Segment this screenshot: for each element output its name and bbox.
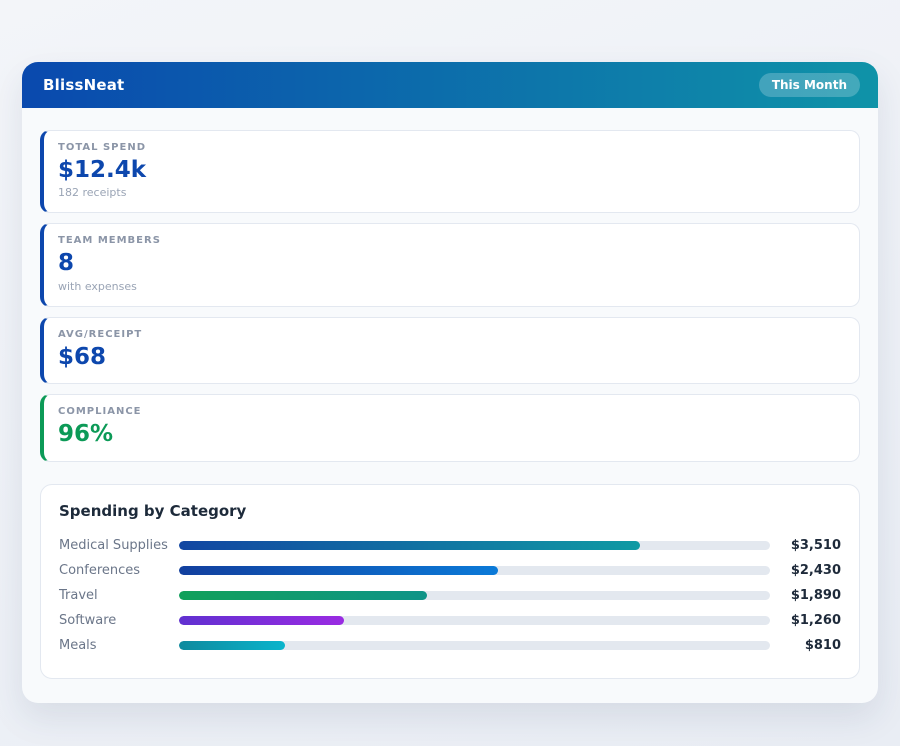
stat-label: TOTAL SPEND bbox=[58, 142, 843, 153]
bar-fill bbox=[179, 566, 498, 575]
category-row: Conferences $2,430 bbox=[59, 558, 841, 583]
stat-card: TOTAL SPEND $12.4k 182 receipts bbox=[40, 130, 860, 213]
stat-sublabel: with expenses bbox=[58, 280, 843, 293]
stat-label: COMPLIANCE bbox=[58, 406, 843, 417]
bar-track bbox=[179, 641, 770, 650]
stat-label: AVG/RECEIPT bbox=[58, 329, 843, 340]
category-label: Software bbox=[59, 613, 179, 628]
dashboard-content: TOTAL SPEND $12.4k 182 receipts TEAM MEMBER… bbox=[22, 108, 878, 679]
category-value: $1,260 bbox=[779, 613, 841, 628]
category-value: $810 bbox=[779, 638, 841, 653]
bar-track bbox=[179, 591, 770, 600]
stat-card: TEAM MEMBERS 8 with expenses bbox=[40, 223, 860, 306]
category-value: $3,510 bbox=[779, 538, 841, 553]
bar-track bbox=[179, 566, 770, 575]
app-header: BlissNeat This Month bbox=[22, 62, 878, 108]
spending-by-category-card: Spending by Category Medical Supplies $3,… bbox=[40, 484, 860, 679]
category-label: Travel bbox=[59, 588, 179, 603]
section-title: Spending by Category bbox=[59, 502, 841, 520]
category-value: $1,890 bbox=[779, 588, 841, 603]
bar-fill bbox=[179, 591, 427, 600]
category-row: Software $1,260 bbox=[59, 608, 841, 633]
bar-track bbox=[179, 541, 770, 550]
category-label: Medical Supplies bbox=[59, 538, 179, 553]
stat-sublabel: 182 receipts bbox=[58, 186, 843, 199]
bar-track bbox=[179, 616, 770, 625]
stat-value: 8 bbox=[58, 250, 843, 276]
bar-fill bbox=[179, 541, 640, 550]
stat-label: TEAM MEMBERS bbox=[58, 235, 843, 246]
period-badge[interactable]: This Month bbox=[759, 73, 860, 97]
category-row: Travel $1,890 bbox=[59, 583, 841, 608]
stats-list: TOTAL SPEND $12.4k 182 receipts TEAM MEMBER… bbox=[40, 130, 860, 462]
stat-value: $12.4k bbox=[58, 157, 843, 183]
stat-card: COMPLIANCE 96% bbox=[40, 394, 860, 461]
dashboard-panel: BlissNeat This Month TOTAL SPEND $12.4k 18… bbox=[22, 62, 878, 703]
category-row: Meals $810 bbox=[59, 633, 841, 658]
stat-value: $68 bbox=[58, 344, 843, 370]
category-value: $2,430 bbox=[779, 563, 841, 578]
stat-card: AVG/RECEIPT $68 bbox=[40, 317, 860, 384]
category-bar-list: Medical Supplies $3,510 Conferences $2,430 T… bbox=[59, 533, 841, 658]
category-row: Medical Supplies $3,510 bbox=[59, 533, 841, 558]
bar-fill bbox=[179, 616, 344, 625]
stat-value: 96% bbox=[58, 421, 843, 447]
category-label: Conferences bbox=[59, 563, 179, 578]
app-title: BlissNeat bbox=[43, 76, 124, 94]
bar-fill bbox=[179, 641, 285, 650]
category-label: Meals bbox=[59, 638, 179, 653]
